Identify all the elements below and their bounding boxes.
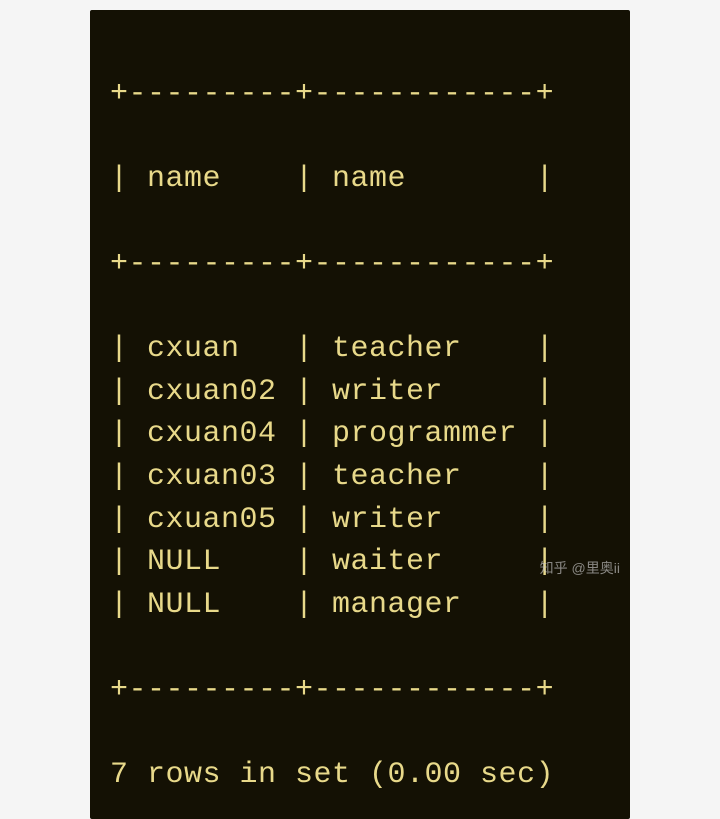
table-border-mid: +---------+------------+ <box>110 247 554 281</box>
status-line: 7 rows in set (0.00 sec) <box>110 758 554 792</box>
table-body: | cxuan | teacher | | cxuan02 | writer |… <box>110 332 554 622</box>
table-border-bottom: +---------+------------+ <box>110 673 554 707</box>
mysql-output-terminal: +---------+------------+ | name | name |… <box>90 10 630 819</box>
table-border-top: +---------+------------+ <box>110 77 554 111</box>
table-header-row: | name | name | <box>110 162 554 196</box>
